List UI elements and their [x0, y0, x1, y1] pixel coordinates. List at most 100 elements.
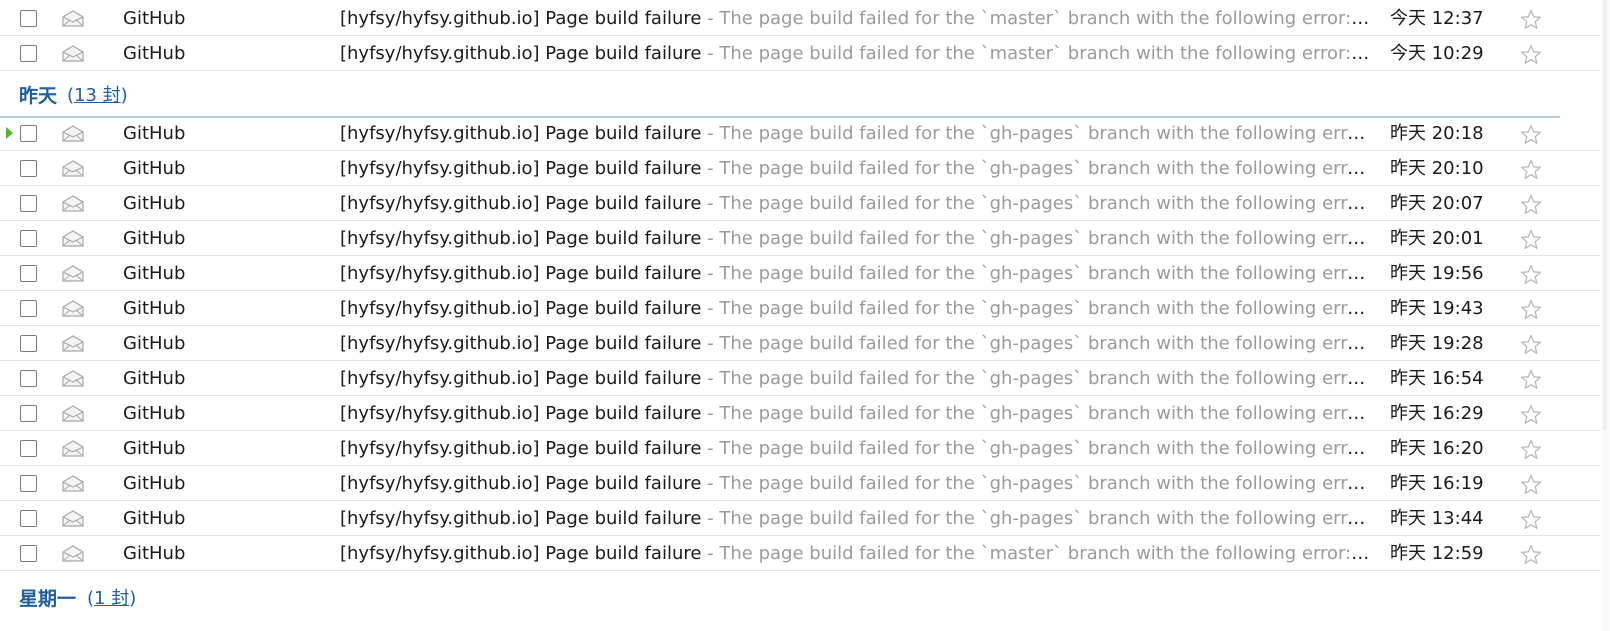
star-icon[interactable]: [1520, 404, 1542, 425]
envelope-open-icon: [62, 265, 84, 282]
envelope-open-icon: [62, 10, 84, 27]
subject-line[interactable]: [hyfsy/hyfsy.github.io] Page build failu…: [340, 326, 1370, 361]
mail-row[interactable]: GitHub [hyfsy/hyfsy.github.io] Page build…: [0, 221, 1600, 256]
group-title: 星期一: [19, 588, 77, 610]
summary-text: - The page build failed for the `gh-page…: [701, 193, 1370, 214]
group-count-close: ): [129, 588, 137, 609]
mail-row[interactable]: GitHub [hyfsy/hyfsy.github.io] Page buil…: [0, 1, 1600, 36]
current-row-marker: [6, 127, 13, 139]
envelope-open-icon: [62, 195, 84, 212]
subject-line[interactable]: [hyfsy/hyfsy.github.io] Page build failu…: [340, 291, 1370, 326]
mail-row[interactable]: GitHub [hyfsy/hyfsy.github.io] Page build…: [0, 536, 1600, 571]
mail-row[interactable]: GitHub [hyfsy/hyfsy.github.io] Page build…: [0, 466, 1600, 501]
subject-line[interactable]: [hyfsy/hyfsy.github.io] Page build failu…: [340, 501, 1370, 536]
mail-row[interactable]: GitHub [hyfsy/hyfsy.github.io] Page build…: [0, 431, 1600, 466]
sender-name: GitHub: [123, 8, 186, 29]
mail-row[interactable]: GitHub [hyfsy/hyfsy.github.io] Page build…: [0, 396, 1600, 431]
date-group-header: 星期一 (1 封): [0, 581, 1560, 621]
star-icon[interactable]: [1520, 229, 1542, 250]
summary-text: - The page build failed for the `gh-page…: [701, 508, 1370, 529]
subject-line[interactable]: [hyfsy/hyfsy.github.io] Page build failu…: [340, 256, 1370, 291]
star-icon[interactable]: [1520, 44, 1542, 65]
select-checkbox[interactable]: [20, 195, 37, 212]
star-icon[interactable]: [1520, 509, 1542, 530]
group-count[interactable]: (13 封): [67, 78, 128, 114]
summary-text: - The page build failed for the `gh-page…: [701, 473, 1370, 494]
envelope-open-icon: [62, 440, 84, 457]
subject-line[interactable]: [hyfsy/hyfsy.github.io] Page build failu…: [340, 221, 1370, 256]
subject-line[interactable]: [hyfsy/hyfsy.github.io] Page build failu…: [340, 1, 1370, 36]
mail-row[interactable]: GitHub [hyfsy/hyfsy.github.io] Page build…: [0, 186, 1600, 221]
star-icon[interactable]: [1520, 474, 1542, 495]
star-icon[interactable]: [1520, 544, 1542, 565]
select-checkbox[interactable]: [20, 510, 37, 527]
select-checkbox[interactable]: [20, 475, 37, 492]
subject-text: [hyfsy/hyfsy.github.io] Page build failu…: [340, 8, 702, 29]
received-time: 昨天 19:43: [1390, 298, 1484, 319]
envelope-open-icon: [62, 405, 84, 422]
summary-text: - The page build failed for the `gh-page…: [701, 438, 1370, 459]
group-count-link[interactable]: 13 封: [74, 85, 121, 106]
scrollbar-thumb[interactable]: [1603, 0, 1607, 430]
select-checkbox[interactable]: [20, 370, 37, 387]
mail-row[interactable]: GitHub [hyfsy/hyfsy.github.io] Page build…: [0, 326, 1600, 361]
summary-text: - The page build failed for the `gh-page…: [701, 158, 1370, 179]
star-icon[interactable]: [1520, 439, 1542, 460]
subject-line[interactable]: [hyfsy/hyfsy.github.io] Page build failu…: [340, 466, 1370, 501]
subject-line[interactable]: [hyfsy/hyfsy.github.io] Page build failu…: [340, 151, 1370, 186]
star-icon[interactable]: [1520, 299, 1542, 320]
subject-line[interactable]: [hyfsy/hyfsy.github.io] Page build failu…: [340, 431, 1370, 466]
mail-row[interactable]: GitHub [hyfsy/hyfsy.github.io] Page build…: [0, 361, 1600, 396]
subject-line[interactable]: [hyfsy/hyfsy.github.io] Page build failu…: [340, 536, 1370, 571]
select-checkbox[interactable]: [20, 160, 37, 177]
sender-name: GitHub: [123, 298, 186, 319]
group-count-link[interactable]: 1 封: [94, 588, 129, 609]
select-checkbox[interactable]: [20, 10, 37, 27]
sender-name: GitHub: [123, 333, 186, 354]
received-time: 昨天 20:01: [1390, 228, 1484, 249]
select-checkbox[interactable]: [20, 545, 37, 562]
select-checkbox[interactable]: [20, 230, 37, 247]
group-count[interactable]: (1 封): [87, 581, 136, 617]
envelope-open-icon: [62, 370, 84, 387]
summary-text: - The page build failed for the `gh-page…: [701, 228, 1370, 249]
subject-line[interactable]: [hyfsy/hyfsy.github.io] Page build failu…: [340, 116, 1370, 151]
received-time: 昨天 16:19: [1390, 473, 1484, 494]
envelope-open-icon: [62, 300, 84, 317]
envelope-open-icon: [62, 160, 84, 177]
sender-name: GitHub: [123, 368, 186, 389]
subject-line[interactable]: [hyfsy/hyfsy.github.io] Page build failu…: [340, 36, 1370, 71]
mail-row[interactable]: GitHub [hyfsy/hyfsy.github.io] Page build…: [0, 291, 1600, 326]
star-icon[interactable]: [1520, 124, 1542, 145]
mail-row[interactable]: GitHub [hyfsy/hyfsy.github.io] Page build…: [0, 256, 1600, 291]
received-time: 昨天 19:28: [1390, 333, 1484, 354]
star-icon[interactable]: [1520, 9, 1542, 30]
subject-line[interactable]: [hyfsy/hyfsy.github.io] Page build failu…: [340, 361, 1370, 396]
mail-row[interactable]: GitHub [hyfsy/hyfsy.github.io] Page build…: [0, 501, 1600, 536]
envelope-open-icon: [62, 510, 84, 527]
subject-text: [hyfsy/hyfsy.github.io] Page build failu…: [340, 438, 702, 459]
subject-text: [hyfsy/hyfsy.github.io] Page build failu…: [340, 368, 702, 389]
summary-text: - The page build failed for the `master`…: [701, 43, 1370, 64]
star-icon[interactable]: [1520, 194, 1542, 215]
group-title: 昨天: [19, 85, 58, 107]
select-checkbox[interactable]: [20, 265, 37, 282]
subject-line[interactable]: [hyfsy/hyfsy.github.io] Page build failu…: [340, 396, 1370, 431]
subject-text: [hyfsy/hyfsy.github.io] Page build failu…: [340, 298, 702, 319]
select-checkbox[interactable]: [20, 440, 37, 457]
star-icon[interactable]: [1520, 159, 1542, 180]
select-checkbox[interactable]: [20, 125, 37, 142]
star-icon[interactable]: [1520, 264, 1542, 285]
select-checkbox[interactable]: [20, 300, 37, 317]
select-checkbox[interactable]: [20, 45, 37, 62]
star-icon[interactable]: [1520, 369, 1542, 390]
select-checkbox[interactable]: [20, 405, 37, 422]
subject-text: [hyfsy/hyfsy.github.io] Page build failu…: [340, 403, 702, 424]
star-icon[interactable]: [1520, 334, 1542, 355]
select-checkbox[interactable]: [20, 335, 37, 352]
mail-row[interactable]: GitHub [hyfsy/hyfsy.github.io] Page build…: [0, 151, 1600, 186]
mail-row[interactable]: GitHub [hyfsy/hyfsy.github.io] Page build…: [0, 116, 1600, 151]
subject-line[interactable]: [hyfsy/hyfsy.github.io] Page build failu…: [340, 186, 1370, 221]
mail-row[interactable]: GitHub [hyfsy/hyfsy.github.io] Page buil…: [0, 36, 1600, 71]
envelope-open-icon: [62, 545, 84, 562]
